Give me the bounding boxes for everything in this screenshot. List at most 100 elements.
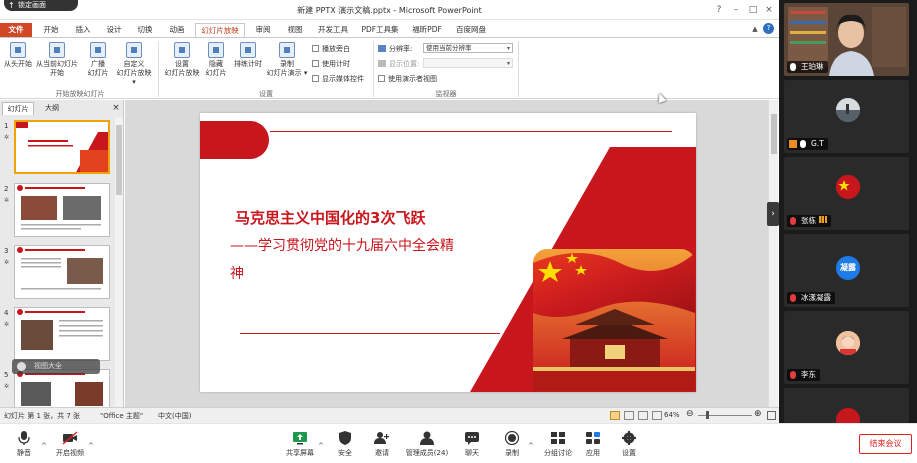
- participant-tile[interactable]: 李东: [784, 311, 909, 384]
- tab-insert[interactable]: 插入: [70, 23, 96, 37]
- maximize-button[interactable]: □: [746, 4, 760, 16]
- slide-title-line-1: 马克思主义中国化的3次飞跃: [235, 209, 426, 227]
- fit-to-window-icon[interactable]: [767, 411, 776, 420]
- mic-muted-icon: [790, 217, 796, 225]
- participant-tile[interactable]: 王珀琳: [784, 3, 909, 76]
- chevron-up-icon[interactable]: ^: [528, 442, 534, 450]
- minimize-button[interactable]: –: [729, 4, 743, 16]
- participant-tile[interactable]: [784, 388, 909, 423]
- display-on-label-text: 显示位置:: [389, 60, 420, 68]
- close-pane-icon[interactable]: ×: [110, 102, 122, 115]
- chevron-up-icon[interactable]: ^: [88, 442, 94, 450]
- tab-pdf-tools[interactable]: PDF工具集: [358, 23, 402, 37]
- custom-slideshow-label-2: 幻灯片放映 ▾: [116, 69, 152, 86]
- from-beginning-label: 从头开始: [4, 60, 32, 68]
- breakout-rooms-icon: [550, 431, 566, 445]
- security-button[interactable]: 安全: [332, 431, 358, 458]
- tab-review[interactable]: 审阅: [250, 23, 276, 37]
- transition-icon: ✲: [4, 134, 10, 141]
- participant-name-text: 张栋: [801, 216, 816, 225]
- tab-animations[interactable]: 动画: [164, 23, 190, 37]
- chevron-up-icon[interactable]: ^: [41, 442, 47, 450]
- tab-home[interactable]: 开始: [38, 23, 64, 37]
- slide-thumbnail[interactable]: 1 ✲: [0, 120, 114, 178]
- from-beginning-button[interactable]: 从头开始: [2, 42, 34, 69]
- hide-slide-button[interactable]: 隐藏 幻灯片: [202, 42, 230, 78]
- mute-button[interactable]: 静音: [10, 431, 38, 458]
- end-meeting-button[interactable]: 结束会议: [859, 434, 912, 454]
- record-slideshow-button[interactable]: 录制 幻灯片演示 ▾: [265, 42, 309, 78]
- close-button[interactable]: ×: [762, 4, 776, 16]
- rehearse-timings-button[interactable]: 排练计时: [232, 42, 264, 69]
- tab-slides[interactable]: 幻灯片: [2, 102, 34, 115]
- group-separator: [158, 41, 159, 97]
- view-all-overlay[interactable]: 视图大全: [12, 359, 100, 374]
- start-video-button[interactable]: 开启视频: [52, 431, 88, 458]
- rehearse-icon: [240, 42, 256, 58]
- reading-view-icon[interactable]: [638, 411, 648, 420]
- thumbnail-scrollbar[interactable]: [115, 117, 123, 407]
- current-slide[interactable]: 马克思主义中国化的3次飞跃 ——学习贯彻党的十九届六中全会精 神: [200, 113, 696, 392]
- chevron-up-icon[interactable]: ^: [318, 442, 324, 450]
- record-button[interactable]: 录制: [499, 430, 525, 458]
- zoom-slider-handle[interactable]: [706, 411, 709, 419]
- custom-slideshow-button[interactable]: 自定义 幻灯片放映 ▾: [114, 42, 154, 87]
- settings-button[interactable]: 设置: [616, 431, 642, 458]
- display-on-select[interactable]: ▾: [423, 58, 513, 68]
- display-on-label: 显示位置:: [378, 59, 419, 69]
- presenter-view-checkbox[interactable]: 使用演示者视图: [378, 74, 437, 84]
- breakout-rooms-button[interactable]: 分组讨论: [540, 431, 576, 458]
- tab-slideshow[interactable]: 幻灯片放映: [195, 23, 245, 37]
- participant-tile[interactable]: 凝露 冰漾凝露: [784, 234, 909, 307]
- tab-developer[interactable]: 开发工具: [314, 23, 352, 37]
- slide-number: 2: [4, 185, 9, 193]
- tab-transitions[interactable]: 切换: [132, 23, 158, 37]
- zoom-in-icon[interactable]: ⊕: [754, 409, 762, 419]
- language-indicator[interactable]: 中文(中国): [158, 411, 191, 421]
- record-label: 录制: [280, 60, 294, 68]
- use-timings-checkbox[interactable]: 使用计时: [312, 59, 350, 69]
- avatar-image: [836, 331, 860, 355]
- collapse-ribbon-icon[interactable]: ▲: [748, 23, 762, 35]
- zoom-out-icon[interactable]: ⊖: [686, 409, 694, 419]
- from-current-button[interactable]: 从当前幻灯片 开始: [35, 42, 79, 78]
- help-icon[interactable]: ?: [763, 23, 774, 34]
- normal-view-icon[interactable]: [610, 411, 620, 420]
- help-button[interactable]: ?: [712, 4, 726, 16]
- tab-outline[interactable]: 大纲: [38, 102, 66, 115]
- scroll-thumb[interactable]: [116, 125, 122, 195]
- broadcast-button[interactable]: 广播 幻灯片: [84, 42, 112, 78]
- resolution-select[interactable]: 使用当前分辨率 ▾: [423, 43, 513, 53]
- manage-participants-button[interactable]: 管理成员(24): [404, 431, 450, 458]
- apps-button[interactable]: 应用: [580, 431, 606, 458]
- tab-view[interactable]: 视图: [282, 23, 308, 37]
- slide-thumbnail[interactable]: 4 ✲: [0, 307, 114, 365]
- thumbnail-image: [14, 120, 110, 174]
- zoom-level[interactable]: 64%: [664, 411, 680, 419]
- slide-thumbnail[interactable]: 5 ✲: [0, 369, 114, 407]
- slide-thumbnail[interactable]: 3 ✲: [0, 245, 114, 303]
- media-controls-checkbox[interactable]: 显示媒体控件: [312, 74, 364, 84]
- play-narration-checkbox[interactable]: 播放旁白: [312, 44, 350, 54]
- slide-sorter-icon[interactable]: [624, 411, 634, 420]
- participant-tile[interactable]: G.T: [784, 80, 909, 153]
- slide-title-line-2: ——学习贯彻党的十九届六中全会精: [230, 238, 454, 254]
- invite-button[interactable]: 邀请: [369, 431, 395, 458]
- scroll-thumb[interactable]: [771, 114, 777, 154]
- share-screen-button[interactable]: 共享屏幕: [284, 431, 316, 458]
- status-bar: 幻灯片 第 1 张，共 7 张 "Office 主题" 中文(中国) 64% ⊖…: [0, 407, 779, 423]
- share-screen-label: 共享屏幕: [286, 449, 314, 457]
- tab-baidu-netdisk[interactable]: 百度网盘: [452, 23, 490, 37]
- tab-design[interactable]: 设计: [101, 23, 127, 37]
- slide-thumbnail[interactable]: 2 ✲: [0, 183, 114, 241]
- hide-slide-label: 隐藏: [209, 60, 223, 68]
- setup-slideshow-button[interactable]: 设置 幻灯片放映: [162, 42, 202, 78]
- tab-foxit-pdf[interactable]: 福昕PDF: [408, 23, 446, 37]
- slideshow-view-icon[interactable]: [652, 411, 662, 420]
- collapse-panel-button[interactable]: ›: [767, 202, 779, 226]
- participant-tile[interactable]: 张栋: [784, 157, 909, 230]
- participant-list: 王珀琳 G.T 张栋 凝露 冰漾凝露 李东: [779, 0, 917, 423]
- slide-scrollbar[interactable]: [768, 100, 778, 407]
- chat-button[interactable]: 聊天: [459, 431, 485, 458]
- tab-file[interactable]: 文件: [0, 23, 32, 37]
